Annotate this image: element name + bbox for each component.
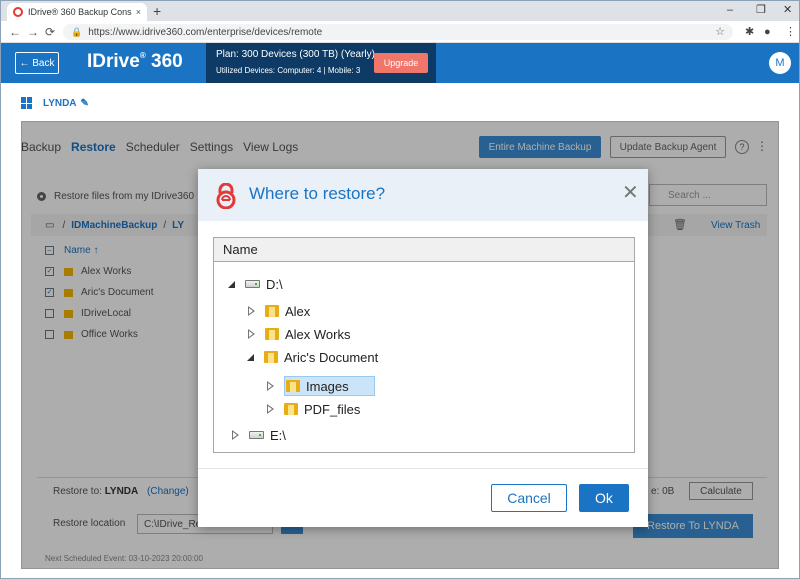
dialog-header: Where to restore? ✕ [198,169,648,221]
dialog-divider [198,468,648,469]
selected-row-highlight[interactable]: Images [284,376,375,396]
logo-suffix: 360 [145,51,183,72]
folder-tree: Name D:\ Alex Alex Works Aric's Document [213,237,635,453]
tree-node-d-drive[interactable]: D:\ [228,273,283,295]
folder-icon [286,379,300,393]
collapsed-triangle-icon[interactable] [267,381,274,391]
collapsed-triangle-icon[interactable] [267,404,274,414]
utilized-devices-text: Utilized Devices: Computer: 4 | Mobile: … [216,66,361,75]
restore-window-icon[interactable]: ❐ [756,3,766,17]
url-text: https://www.idrive360.com/enterprise/dev… [88,26,323,38]
new-tab-button[interactable]: + [153,3,161,19]
windows-icon [21,97,33,109]
browser-window: IDrive® 360 Backup Console for × + – ❐ ✕… [0,0,800,579]
forward-arrow-icon[interactable]: → [27,24,39,40]
tree-node-label: PDF_files [304,401,361,417]
tree-node-label: Alex Works [285,326,351,342]
tab-close-icon[interactable]: × [136,7,141,17]
edit-pencil-icon[interactable]: ✎ [81,98,89,109]
user-avatar[interactable]: M [769,52,791,74]
idrive-favicon-icon [13,7,23,17]
tree-node-label: D:\ [266,276,283,292]
plan-text: Plan: 300 Devices (300 TB) (Yearly) [216,49,375,60]
bookmark-star-icon[interactable]: ☆ [715,25,725,38]
device-name: LYNDA [43,97,77,109]
expanded-triangle-icon[interactable] [247,353,254,361]
tree-node-label: Aric's Document [284,349,379,365]
folder-icon [284,402,298,416]
profile-icon[interactable]: ● [764,24,771,40]
lock-icon: 🔒 [71,26,83,37]
close-icon[interactable]: ✕ [622,183,639,203]
url-input[interactable]: 🔒 https://www.idrive360.com/enterprise/d… [63,24,733,40]
idrive360-logo: IDrive® 360 [87,51,183,73]
collapsed-triangle-icon[interactable] [248,306,255,316]
tab-title: IDrive® 360 Backup Console for [28,7,132,17]
tree-node-pdf-files[interactable]: PDF_files [267,398,360,420]
extensions-icon[interactable]: ✱ [745,24,754,40]
tree-node-images[interactable]: Images [267,375,375,397]
browser-tab-bar: IDrive® 360 Backup Console for × + – ❐ ✕ [1,1,799,21]
back-button[interactable]: ← Back [15,52,59,74]
browser-tab[interactable]: IDrive® 360 Backup Console for × [7,3,147,21]
upgrade-button[interactable]: Upgrade [374,53,428,73]
back-arrow-icon[interactable]: ← [9,24,21,40]
tree-node-e-drive[interactable]: E:\ [232,424,286,446]
tree-node-alex-works[interactable]: Alex Works [248,323,351,345]
expanded-triangle-icon[interactable] [228,280,235,288]
cancel-button[interactable]: Cancel [491,484,567,512]
tree-node-arics-document[interactable]: Aric's Document [247,346,378,368]
tree-node-alex[interactable]: Alex [248,300,310,322]
tree-node-label: E:\ [270,427,286,443]
minimize-icon[interactable]: – [727,3,733,17]
plan-box: Plan: 300 Devices (300 TB) (Yearly) Util… [206,43,436,83]
drive-icon [249,431,264,439]
collapsed-triangle-icon[interactable] [232,430,239,440]
drive-icon [245,280,260,288]
dialog-title: Where to restore? [249,184,386,203]
reload-icon[interactable]: ⟳ [45,24,55,40]
folder-icon [264,350,278,364]
restore-destination-dialog: Where to restore? ✕ Name D:\ Alex Alex W… [198,169,648,527]
address-bar: ← → ⟳ 🔒 https://www.idrive360.com/enterp… [1,21,799,43]
idrive-lock-logo-icon [216,183,236,209]
tree-node-label: Alex [285,303,311,319]
collapsed-triangle-icon[interactable] [248,329,255,339]
folder-icon [265,327,279,341]
tree-node-label: Images [306,378,349,394]
logo-text: IDrive [87,51,140,72]
app-header: ← Back IDrive® 360 Plan: 300 Devices (30… [1,43,799,83]
browser-menu-icon[interactable]: ⋮ [785,24,796,40]
close-window-icon[interactable]: ✕ [783,3,792,17]
tree-column-header[interactable]: Name [214,238,634,262]
folder-icon [265,304,279,318]
ok-button[interactable]: Ok [579,484,629,512]
device-title-row: LYNDA ✎ [21,95,89,111]
